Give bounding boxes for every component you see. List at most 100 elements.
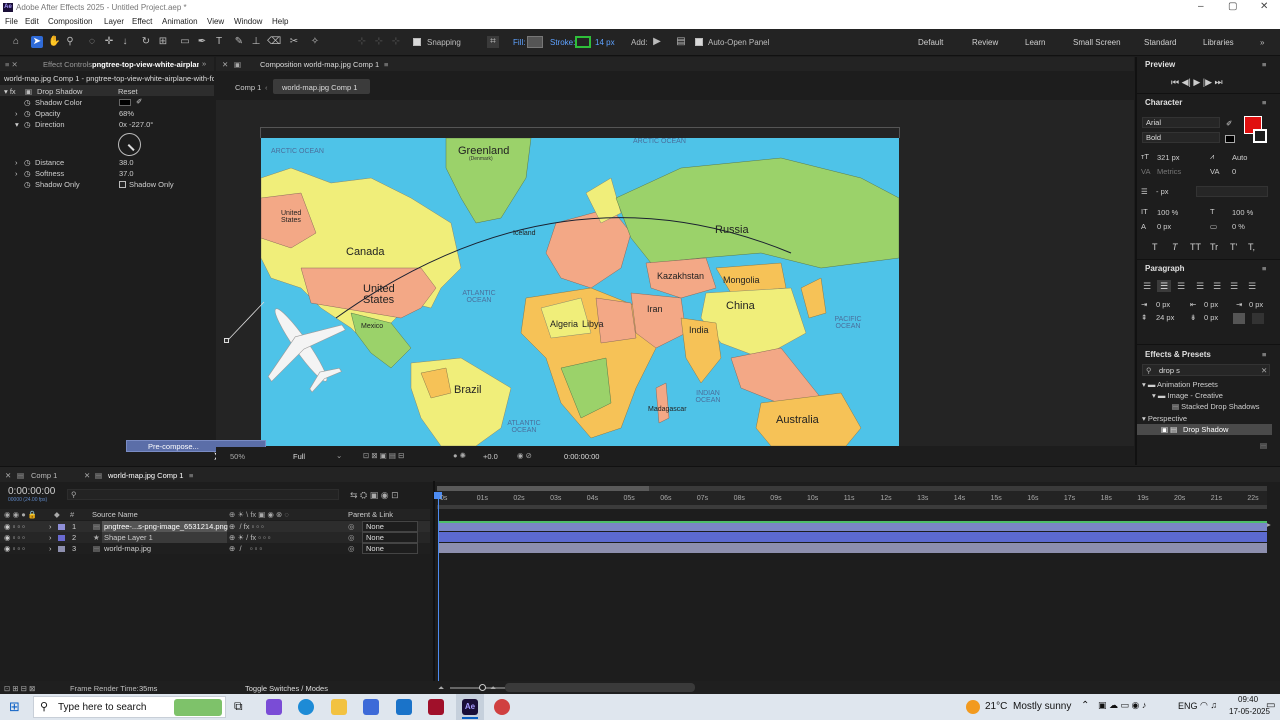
close-tab-icon[interactable]: ✕ [222,60,228,69]
weather-icon[interactable] [966,700,980,714]
effects-presets-menu-icon[interactable]: ≡ [1262,350,1266,359]
menu-view[interactable]: View [207,17,224,26]
tree-stacked-drop-shadows[interactable]: ▤ Stacked Drop Shadows [1172,402,1260,411]
outlook-icon[interactable] [396,699,412,715]
effect-toggle-icon[interactable]: ▣ [25,87,32,96]
twirl-icon[interactable]: › [49,522,52,531]
stroke-style-select[interactable] [1196,186,1268,197]
softness-value[interactable]: 37.0 [119,169,134,178]
precompose-menu-item[interactable]: Pre-compose... [148,442,199,451]
clock-date[interactable]: 17-05-2025 [1229,707,1270,716]
opacity-expand-icon[interactable]: › [15,109,18,118]
hand-tool-icon[interactable]: ✋ [48,36,60,48]
region-icon[interactable]: ⊡ ⊠ ▣ ▤ ⊟ [363,451,404,460]
layer-bar-3[interactable] [439,543,1267,553]
workspace-more-icon[interactable]: » [1260,38,1264,47]
timeline-tab-close-icon-2[interactable]: ✕ [84,471,90,480]
direction-stopwatch-icon[interactable]: ◷ [24,120,31,129]
tray-icons[interactable]: ▣ ☁ ▭ ◉ ♪ [1098,700,1146,711]
visibility-icon[interactable]: ◉ ▫ ▫ ▫ [4,533,25,542]
taskbar-search-input[interactable]: Type here to search [58,702,146,713]
snapping-checkbox[interactable] [413,38,421,46]
tray-chevron-icon[interactable]: ⌃ [1081,700,1089,711]
snap-options-icon[interactable]: ⌗ [487,36,499,48]
menu-edit[interactable]: Edit [25,17,39,26]
menu-file[interactable]: File [5,17,18,26]
layer-row-1[interactable]: ◉ ▫ ▫ ▫ › 1 ▤ pngtree-...s-png-image_653… [0,521,430,532]
shadow-color-swatch[interactable] [119,99,131,106]
horizontal-scale-value[interactable]: 100 % [1232,208,1253,217]
stroke-color-swatch[interactable] [1253,129,1267,143]
effects-search-box[interactable]: ⚲ drop s ✕ [1142,364,1270,376]
workspace-standard[interactable]: Standard [1144,38,1176,47]
timeline-horizontal-scrollbar[interactable] [505,683,695,692]
softness-expand-icon[interactable]: › [15,169,18,178]
type-tool-icon[interactable]: T [213,36,225,48]
parent-select[interactable]: None [362,521,418,532]
layer-switches[interactable]: ⊕ / fx ▫ ▫ ▫ [229,522,264,531]
workspace-libraries[interactable]: Libraries [1203,38,1234,47]
playback-controls-icon[interactable]: ⏮ ◀| ▶ |▶ ⏭ [1171,77,1223,88]
label-color-swatch[interactable] [58,524,65,530]
zoom-select[interactable]: 50% [230,452,245,461]
workspace-default[interactable]: Default [918,38,943,47]
ltr-direction-icon[interactable] [1233,313,1245,324]
exposure-value[interactable]: +0.0 [483,452,498,461]
character-menu-icon[interactable]: ≡ [1262,98,1266,107]
dolly-tool-icon[interactable]: ↓ [119,36,131,48]
paragraph-menu-icon[interactable]: ≡ [1262,264,1266,273]
taskbar-search-box[interactable]: ⚲ Type here to search [33,696,226,718]
channel-icon[interactable]: ● ✺ [453,451,466,460]
clock-time[interactable]: 09:40 [1238,695,1258,704]
edge-icon[interactable] [298,699,314,715]
expand-triangle-icon[interactable]: ▾ fx [4,87,16,96]
resolution-dropdown-icon[interactable]: ⌄ [336,451,342,460]
leading-value[interactable]: Auto [1232,153,1247,162]
all-caps-button[interactable]: TT [1190,242,1201,252]
zoom-out-icon[interactable]: ⏶ [438,683,444,693]
world-map-image[interactable]: ARCTIC OCEAN ARCTIC OCEAN ATLANTIC OCEAN… [261,138,899,446]
tracking-value[interactable]: 0 [1232,167,1236,176]
tsume-value[interactable]: 0 % [1232,222,1245,231]
baseline-value[interactable]: 0 px [1157,222,1171,231]
stroke-swatch[interactable] [575,36,591,48]
eyedropper-character-icon[interactable]: ✐ [1226,119,1232,128]
indent-right-value[interactable]: 0 px [1204,300,1218,309]
softness-stopwatch-icon[interactable]: ◷ [24,169,31,178]
reset-link[interactable]: Reset [118,87,138,96]
small-caps-button[interactable]: Tr [1210,242,1218,252]
faux-italic-button[interactable]: T [1172,242,1178,252]
auto-open-checkbox[interactable] [695,38,703,46]
effect-controls-tab[interactable]: Effect Controls [43,60,92,69]
space-after-value[interactable]: 0 px [1204,313,1218,322]
tree-animation-presets[interactable]: ▾ ▬ Animation Presets [1142,380,1218,389]
screen-recorder-icon[interactable] [494,699,510,715]
stroke-width-value[interactable]: - px [1156,187,1169,196]
file-explorer-icon[interactable] [331,699,347,715]
visibility-icon[interactable]: ◉ ▫ ▫ ▫ [4,544,25,553]
acrobat-icon[interactable] [428,699,444,715]
viewer-timecode[interactable]: 0:00:00:00 [564,452,599,461]
new-folder-icon[interactable]: ▤ [1260,441,1267,450]
workspace-learn[interactable]: Learn [1025,38,1045,47]
layer-name[interactable]: pngtree-...s-png-image_6531214.png [104,522,228,531]
workspace-small-screen[interactable]: Small Screen [1073,38,1121,47]
justify-left-icon[interactable]: ☰ [1196,281,1204,292]
footer-icons[interactable]: ⊡ ⊞ ⊟ ⊠ [4,684,35,693]
eyedropper-icon[interactable]: ✐ [136,97,142,106]
indent-left-value[interactable]: 0 px [1156,300,1170,309]
align-left-icon[interactable]: ☰ [1143,281,1151,292]
anchor-tool-icon[interactable]: ⊞ [157,36,169,48]
visibility-icon[interactable]: ◉ ▫ ▫ ▫ [4,522,25,531]
rotate-tool-icon[interactable]: ↻ [140,36,152,48]
store-icon[interactable] [363,699,379,715]
shadow-only-stopwatch-icon[interactable]: ◷ [24,180,31,189]
direction-expand-icon[interactable]: ▾ [15,120,19,129]
rtl-direction-icon[interactable] [1252,313,1264,324]
copilot-icon[interactable] [266,699,282,715]
weather-temp[interactable]: 21°C [985,701,1007,712]
font-style-select[interactable]: Bold [1142,132,1220,143]
font-size-value[interactable]: 321 px [1157,153,1180,162]
parent-link-header[interactable]: Parent & Link [348,510,393,519]
eraser-tool-icon[interactable]: ⌫ [267,36,281,48]
